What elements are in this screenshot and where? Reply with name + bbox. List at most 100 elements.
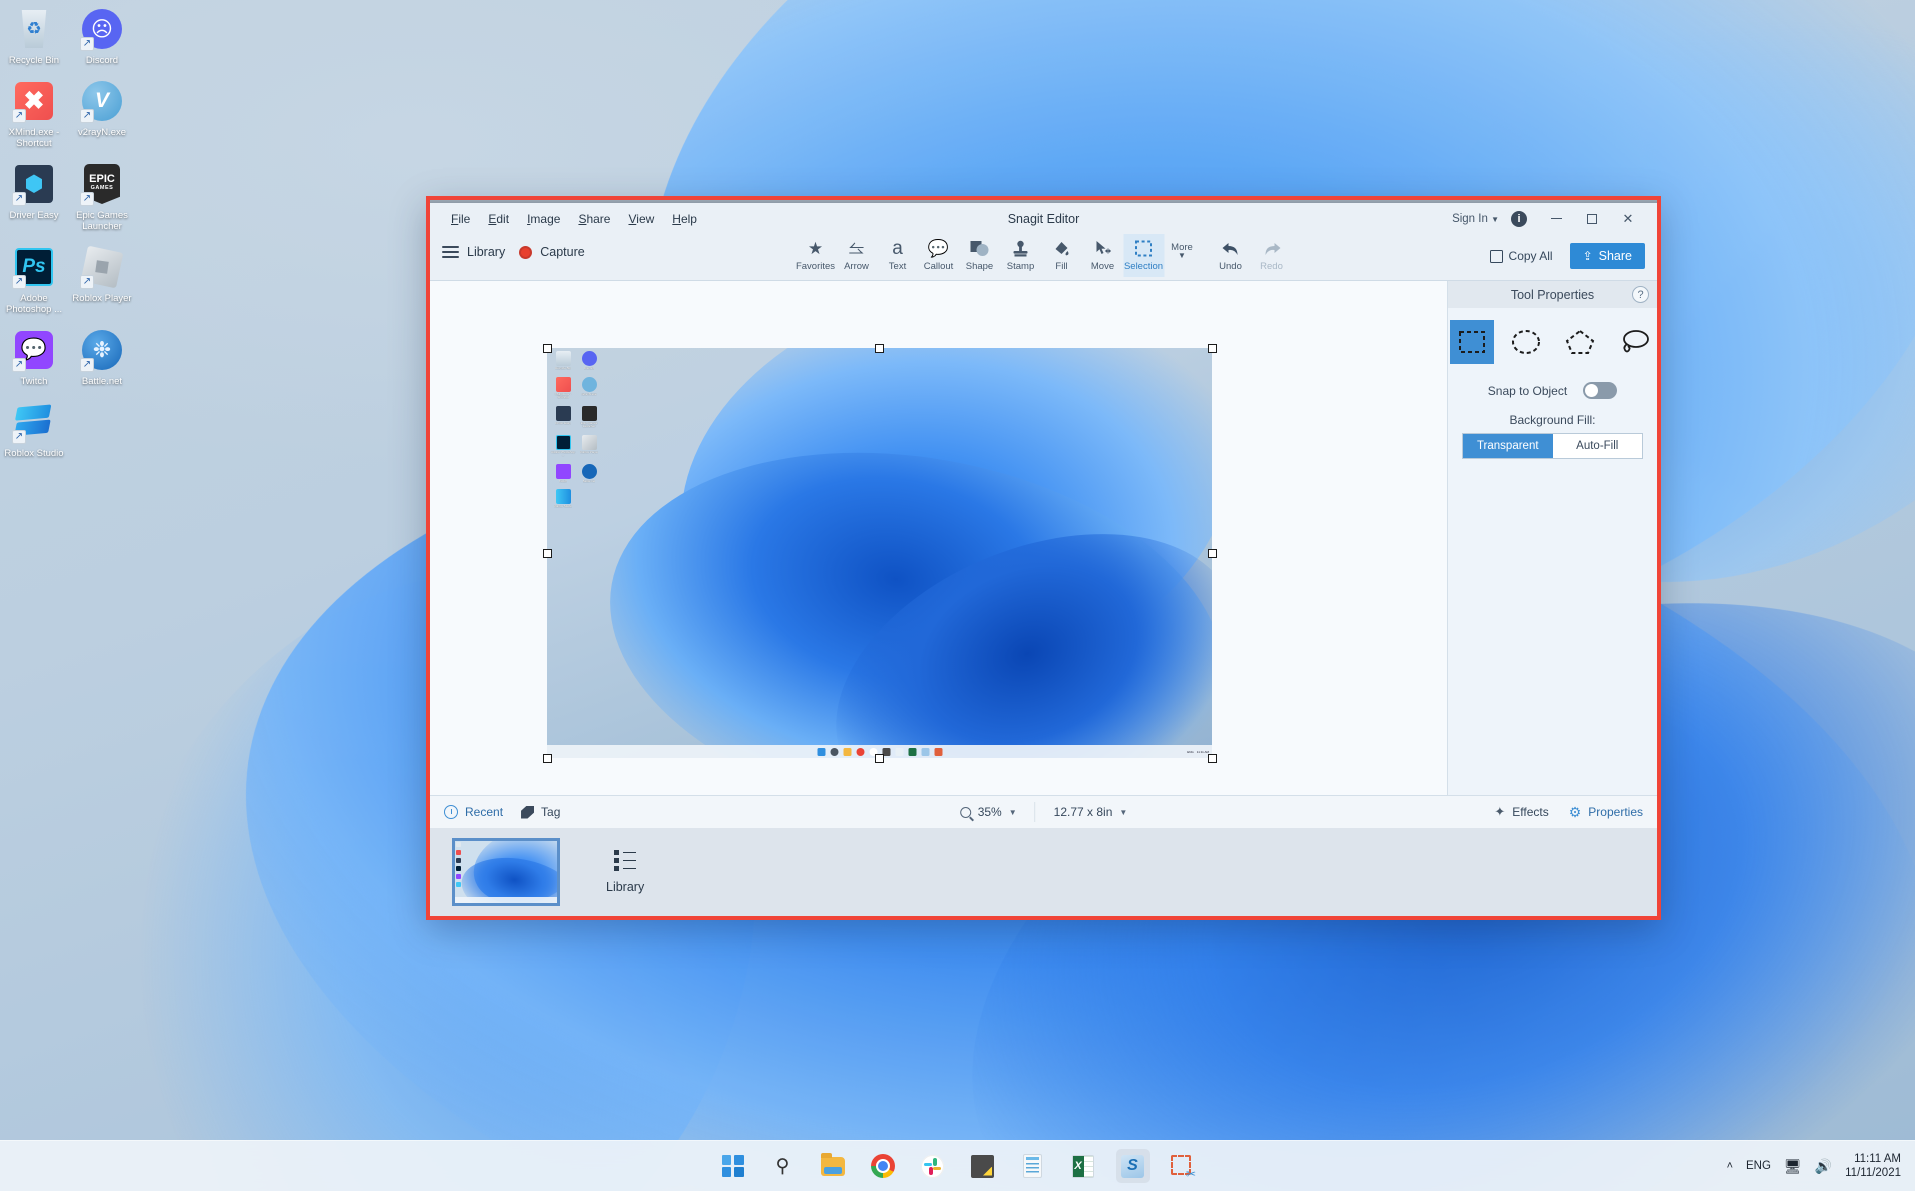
search-button[interactable]: ⚲ xyxy=(766,1149,800,1183)
library-tile[interactable]: Library xyxy=(606,850,644,894)
desktop-icon-v2rayn[interactable]: V v2rayN.exe xyxy=(71,80,133,149)
tool-properties-header: Tool Properties ? xyxy=(1448,281,1657,308)
selection-handle-se[interactable] xyxy=(1208,754,1217,763)
snap-to-object-toggle[interactable] xyxy=(1583,382,1618,399)
tool-move[interactable]: Move xyxy=(1082,234,1123,277)
system-tray: ˄ ENG 🖥 🔊 11:11 AM 11/11/2021 xyxy=(1727,1152,1915,1180)
zoom-control[interactable]: 35% ▼ xyxy=(942,802,1035,822)
menu-share[interactable]: Share xyxy=(569,209,619,229)
share-button[interactable]: ⇪ Share xyxy=(1569,243,1645,269)
minimize-button[interactable] xyxy=(1539,206,1573,232)
mini-icon: Twitch xyxy=(550,463,576,484)
desktop-icon-twitch[interactable]: 💬 Twitch xyxy=(3,329,65,387)
tool-selection[interactable]: Selection xyxy=(1123,234,1164,277)
selection-handle-sw[interactable] xyxy=(543,754,552,763)
mini-icon: Battle.net xyxy=(576,463,602,484)
tool-shape[interactable]: Shape xyxy=(959,234,1000,277)
chevron-down-icon: ▼ xyxy=(1119,807,1128,817)
properties-button[interactable]: ⚙ Properties xyxy=(1569,804,1643,821)
selection-handle-n[interactable] xyxy=(875,344,884,353)
lasso-selection-button[interactable] xyxy=(1612,320,1656,364)
tag-icon xyxy=(521,805,535,819)
desktop-icon-epic-games[interactable]: EPICGAMES Epic Games Launcher xyxy=(71,163,133,232)
selection-handle-s[interactable] xyxy=(875,754,884,763)
ellipse-selection-button[interactable] xyxy=(1504,320,1548,364)
copy-all-button[interactable]: Copy All xyxy=(1483,244,1560,268)
tool-fill[interactable]: Fill xyxy=(1041,234,1082,277)
redo-button[interactable]: Redo xyxy=(1251,234,1292,277)
hamburger-menu-icon[interactable] xyxy=(442,246,459,258)
search-icon xyxy=(959,806,971,818)
notepad-button[interactable] xyxy=(1016,1149,1050,1183)
mini-notepad-icon xyxy=(895,747,903,756)
desktop-icon-label: Twitch xyxy=(20,376,48,387)
language-indicator[interactable]: ENG xyxy=(1746,1160,1771,1172)
fill-transparent-button[interactable]: Transparent xyxy=(1463,434,1553,458)
selection-handle-e[interactable] xyxy=(1208,549,1217,558)
desktop-icon-photoshop[interactable]: Ps Adobe Photoshop ... xyxy=(3,246,65,315)
menu-help[interactable]: Help xyxy=(663,209,706,229)
library-button-label[interactable]: Library xyxy=(467,245,505,259)
selection-handle-nw[interactable] xyxy=(543,344,552,353)
start-button[interactable] xyxy=(716,1149,750,1183)
help-icon[interactable]: ? xyxy=(1632,286,1649,303)
tool-arrow[interactable]: ⥦ Arrow xyxy=(836,234,877,277)
snagit-editor-window[interactable]: File Edit Image Share View Help Snagit E… xyxy=(426,196,1661,920)
tool-properties-panel: Tool Properties ? Snap to Object Backgro… xyxy=(1447,281,1657,795)
desktop-icon-xmind[interactable]: ✖ XMind.exe - Shortcut xyxy=(3,80,65,149)
editor-body: Recycle Bin Discord XMind.exe - Shortcut… xyxy=(430,281,1657,795)
more-tools-button[interactable]: More ▼ xyxy=(1164,234,1200,260)
mini-snagit-icon xyxy=(921,747,929,756)
record-dot-icon[interactable] xyxy=(519,245,533,259)
canvas-area[interactable]: Recycle Bin Discord XMind.exe - Shortcut… xyxy=(430,281,1447,795)
desktop-icon-driver-easy[interactable]: ⬢ Driver Easy xyxy=(3,163,65,232)
desktop-icon-battlenet[interactable]: ❉ Battle.net xyxy=(71,329,133,387)
tag-button[interactable]: Tag xyxy=(521,805,560,819)
network-icon[interactable]: 🖥 xyxy=(1784,1158,1802,1175)
desktop-icon-roblox-studio[interactable]: Roblox Studio xyxy=(3,401,65,459)
capture-thumbnail[interactable] xyxy=(452,838,560,906)
menu-edit[interactable]: Edit xyxy=(479,209,518,229)
move-icon xyxy=(1094,238,1112,260)
tool-stamp[interactable]: Stamp xyxy=(1000,234,1041,277)
snagit-button[interactable]: S xyxy=(1115,1149,1150,1183)
tool-text[interactable]: a Text xyxy=(877,234,918,277)
tool-label: Text xyxy=(888,261,907,272)
menu-file[interactable]: File xyxy=(442,209,479,229)
info-icon[interactable]: i xyxy=(1511,210,1527,227)
selection-handle-ne[interactable] xyxy=(1208,344,1217,353)
effects-button[interactable]: ✦ Effects xyxy=(1494,804,1548,820)
snagit-capture-button[interactable] xyxy=(1166,1149,1200,1183)
captured-image[interactable]: Recycle Bin Discord XMind.exe - Shortcut… xyxy=(547,348,1212,758)
fill-autofill-button[interactable]: Auto-Fill xyxy=(1552,434,1642,458)
sign-in-button[interactable]: Sign In ▼ xyxy=(1446,210,1505,228)
menu-image[interactable]: Image xyxy=(518,209,569,229)
slack-button[interactable] xyxy=(916,1149,950,1183)
sticky-notes-button[interactable] xyxy=(966,1149,1000,1183)
tool-favorites[interactable]: ★ Favorites xyxy=(795,234,836,277)
selection-handle-w[interactable] xyxy=(543,549,552,558)
star-icon: ★ xyxy=(807,239,824,258)
excel-button[interactable]: X xyxy=(1066,1149,1100,1183)
volume-icon[interactable]: 🔊 xyxy=(1815,1158,1832,1175)
tool-callout[interactable]: 💬 Callout xyxy=(918,234,959,277)
desktop-icon-roblox-player[interactable]: Roblox Player xyxy=(71,245,133,315)
close-button[interactable]: ✕ xyxy=(1611,206,1645,232)
recent-button[interactable]: Recent xyxy=(444,805,503,819)
undo-button[interactable]: Undo xyxy=(1210,234,1251,277)
rectangle-selection-button[interactable] xyxy=(1449,320,1494,364)
desktop-icon-recycle-bin[interactable]: Recycle Bin xyxy=(3,8,65,66)
tray-overflow-button[interactable]: ˄ xyxy=(1727,1160,1733,1172)
file-explorer-button[interactable] xyxy=(816,1149,850,1183)
zoom-level-label: 35% xyxy=(977,805,1002,819)
mini-chrome-icon xyxy=(856,747,864,756)
clock[interactable]: 11:11 AM 11/11/2021 xyxy=(1845,1152,1901,1180)
chrome-button[interactable] xyxy=(866,1149,900,1183)
capture-button-label[interactable]: Capture xyxy=(540,245,584,259)
epic-games-icon: EPIC GAMES xyxy=(80,163,123,206)
polygon-selection-button[interactable] xyxy=(1558,320,1602,364)
menu-view[interactable]: View xyxy=(619,209,663,229)
desktop-icon-discord[interactable]: ☹ Discord xyxy=(71,8,133,66)
dimensions-control[interactable]: 12.77 x 8in ▼ xyxy=(1034,802,1146,822)
maximize-button[interactable] xyxy=(1575,206,1609,232)
